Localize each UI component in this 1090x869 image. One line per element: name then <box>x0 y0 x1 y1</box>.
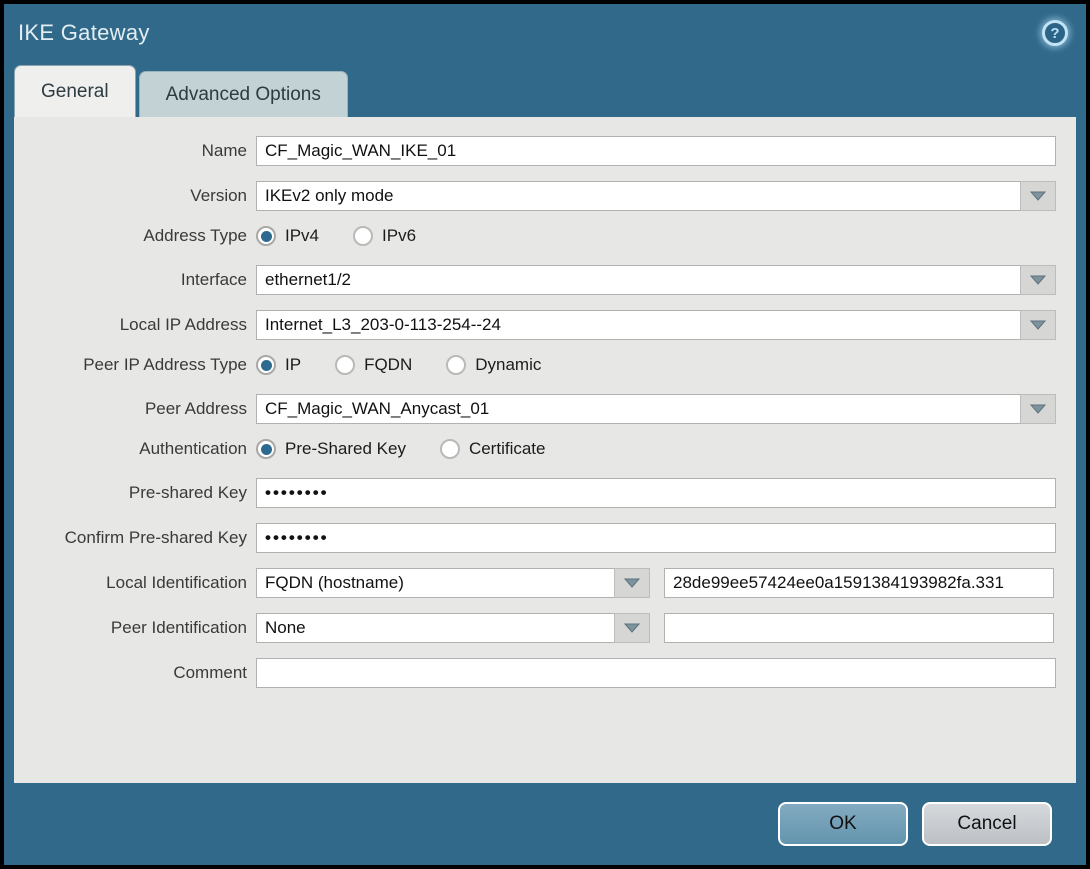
authentication-label: Authentication <box>139 439 247 458</box>
row-peer-identification: Peer Identification <box>14 613 1076 643</box>
row-authentication: Authentication Pre-Shared Key Certificat… <box>14 439 1076 459</box>
peer-address-input[interactable] <box>256 394 1020 424</box>
local-identification-type-input[interactable] <box>256 568 614 598</box>
cancel-button[interactable]: Cancel <box>922 802 1052 846</box>
help-icon[interactable]: ? <box>1042 20 1068 46</box>
radio-certificate[interactable]: Certificate <box>439 439 545 459</box>
row-version: Version <box>14 181 1076 211</box>
radio-button-icon <box>446 355 467 375</box>
tab-general[interactable]: General <box>14 65 136 117</box>
comment-label: Comment <box>173 663 247 682</box>
radio-button-icon <box>256 439 276 459</box>
radio-pre-shared-key[interactable]: Pre-Shared Key <box>256 439 406 459</box>
version-label: Version <box>190 186 247 205</box>
radio-button-icon <box>439 439 460 459</box>
chevron-down-icon <box>623 578 641 588</box>
peer-ip-address-type-label: Peer IP Address Type <box>83 355 247 374</box>
row-peer-address: Peer Address <box>14 394 1076 424</box>
radio-ipv4[interactable]: IPv4 <box>256 226 319 246</box>
row-local-identification: Local Identification <box>14 568 1076 598</box>
chevron-down-icon <box>1029 191 1047 201</box>
peer-identification-label: Peer Identification <box>110 618 247 637</box>
confirm-pre-shared-key-label: Confirm Pre-shared Key <box>64 528 247 547</box>
peer-address-label: Peer Address <box>144 399 247 418</box>
chevron-down-icon <box>1029 404 1047 414</box>
row-pre-shared-key: Pre-shared Key <box>14 478 1076 508</box>
peer-address-dropdown-button[interactable] <box>1020 394 1056 424</box>
tab-bar: General Advanced Options <box>4 62 1086 117</box>
ok-button[interactable]: OK <box>778 802 908 846</box>
title-bar: IKE Gateway ? <box>4 4 1086 62</box>
pre-shared-key-input[interactable] <box>256 478 1056 508</box>
local-ip-address-label: Local IP Address <box>119 315 247 334</box>
peer-identification-value-input[interactable] <box>664 613 1054 643</box>
comment-input[interactable] <box>256 658 1056 688</box>
row-peer-ip-address-type: Peer IP Address Type IP FQDN Dynamic <box>14 355 1076 375</box>
version-dropdown-button[interactable] <box>1020 181 1056 211</box>
general-tab-panel: Name Version Address Type <box>14 117 1076 783</box>
ike-gateway-dialog: IKE Gateway ? General Advanced Options N… <box>0 0 1090 869</box>
chevron-down-icon <box>1029 275 1047 285</box>
row-address-type: Address Type IPv4 IPv6 <box>14 226 1076 246</box>
name-label: Name <box>201 141 247 160</box>
radio-button-icon <box>256 355 276 375</box>
tab-advanced-options[interactable]: Advanced Options <box>138 71 348 117</box>
confirm-pre-shared-key-input[interactable] <box>256 523 1056 553</box>
peer-identification-dropdown-button[interactable] <box>614 613 650 643</box>
row-interface: Interface <box>14 265 1076 295</box>
peer-address-dropdown <box>256 394 1056 424</box>
interface-label: Interface <box>180 270 247 289</box>
local-ip-address-input[interactable] <box>256 310 1020 340</box>
radio-button-icon <box>256 226 276 246</box>
version-dropdown <box>256 181 1056 211</box>
address-type-label: Address Type <box>143 226 247 245</box>
radio-peer-fqdn[interactable]: FQDN <box>335 355 412 375</box>
dialog-title: IKE Gateway <box>18 20 150 45</box>
name-input[interactable] <box>256 136 1056 166</box>
radio-button-icon <box>335 355 356 375</box>
radio-peer-ip[interactable]: IP <box>256 355 301 375</box>
interface-input[interactable] <box>256 265 1020 295</box>
local-ip-address-dropdown-button[interactable] <box>1020 310 1056 340</box>
version-input[interactable] <box>256 181 1020 211</box>
local-identification-type-dropdown <box>256 568 650 598</box>
peer-identification-type-dropdown <box>256 613 650 643</box>
row-name: Name <box>14 136 1076 166</box>
pre-shared-key-label: Pre-shared Key <box>128 483 247 502</box>
chevron-down-icon <box>623 623 641 633</box>
local-identification-dropdown-button[interactable] <box>614 568 650 598</box>
chevron-down-icon <box>1029 320 1047 330</box>
row-comment: Comment <box>14 658 1076 688</box>
local-ip-address-dropdown <box>256 310 1056 340</box>
interface-dropdown-button[interactable] <box>1020 265 1056 295</box>
footer-bar: OK Cancel <box>4 783 1086 865</box>
local-identification-value-input[interactable] <box>664 568 1054 598</box>
local-identification-label: Local Identification <box>106 573 247 592</box>
peer-identification-type-input[interactable] <box>256 613 614 643</box>
radio-button-icon <box>353 226 374 246</box>
interface-dropdown <box>256 265 1056 295</box>
radio-ipv6[interactable]: IPv6 <box>353 226 416 246</box>
row-confirm-pre-shared-key: Confirm Pre-shared Key <box>14 523 1076 553</box>
row-local-ip-address: Local IP Address <box>14 310 1076 340</box>
radio-peer-dynamic[interactable]: Dynamic <box>446 355 541 375</box>
